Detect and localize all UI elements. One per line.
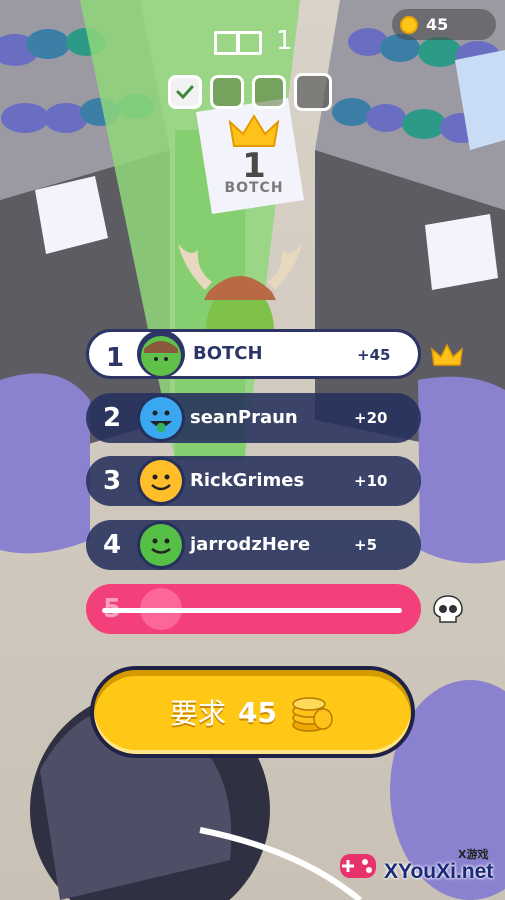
avatar — [137, 457, 185, 505]
watermark-text: XYouXi.net — [384, 860, 494, 883]
leaderboard-row: 2 seanPraun +20 — [86, 393, 421, 443]
row-score: +45 — [357, 346, 391, 364]
gamepad-logo-icon — [340, 854, 376, 878]
round-number: 1 — [276, 26, 293, 56]
row-rank: 3 — [102, 466, 122, 496]
claim-coins-button[interactable]: 要求 45 — [90, 666, 415, 758]
coin-count: 45 — [426, 15, 449, 34]
row-player-name: seanPraun — [190, 407, 298, 428]
progress-step-current — [294, 73, 332, 111]
coin-stack-icon — [292, 697, 333, 732]
progress-step — [252, 75, 286, 109]
row-rank: 2 — [102, 403, 122, 433]
cards-icon — [212, 29, 262, 55]
leader-badge: 1 BOTCH — [214, 112, 294, 202]
leader-name: BOTCH — [224, 180, 284, 196]
coin-counter: 45 — [392, 9, 496, 40]
skull-icon — [433, 595, 463, 623]
avatar — [137, 521, 185, 569]
crown-icon — [431, 343, 463, 366]
row-score: +10 — [354, 472, 388, 490]
progress-step — [210, 75, 244, 109]
round-progress — [168, 73, 332, 111]
row-rank: 1 — [105, 343, 125, 373]
progress-step-done — [168, 75, 202, 109]
row-player-name: RickGrimes — [190, 470, 305, 491]
avatar — [137, 394, 185, 442]
row-score: +5 — [354, 536, 378, 554]
row-player-name: jarrodzHere — [190, 534, 311, 555]
leaderboard-row: 4 jarrodzHere +5 — [86, 520, 421, 570]
round-indicator: 1 — [212, 26, 293, 56]
claim-amount: 45 — [238, 695, 277, 729]
leaderboard-row: 3 RickGrimes +10 — [86, 456, 421, 506]
avatar — [137, 330, 185, 378]
leaderboard-row-eliminated: 5 — [86, 584, 421, 634]
strike-line — [102, 608, 402, 613]
claim-label: 要求 — [170, 697, 227, 730]
row-rank: 4 — [102, 530, 122, 560]
row-player-name: BOTCH — [193, 343, 263, 364]
leaderboard-row: 1 BOTCH +45 — [86, 329, 421, 379]
watermark: X游戏 XYouXi.net — [336, 844, 501, 894]
row-score: +20 — [354, 409, 388, 427]
check-icon — [176, 85, 194, 100]
coin-icon — [400, 15, 418, 34]
